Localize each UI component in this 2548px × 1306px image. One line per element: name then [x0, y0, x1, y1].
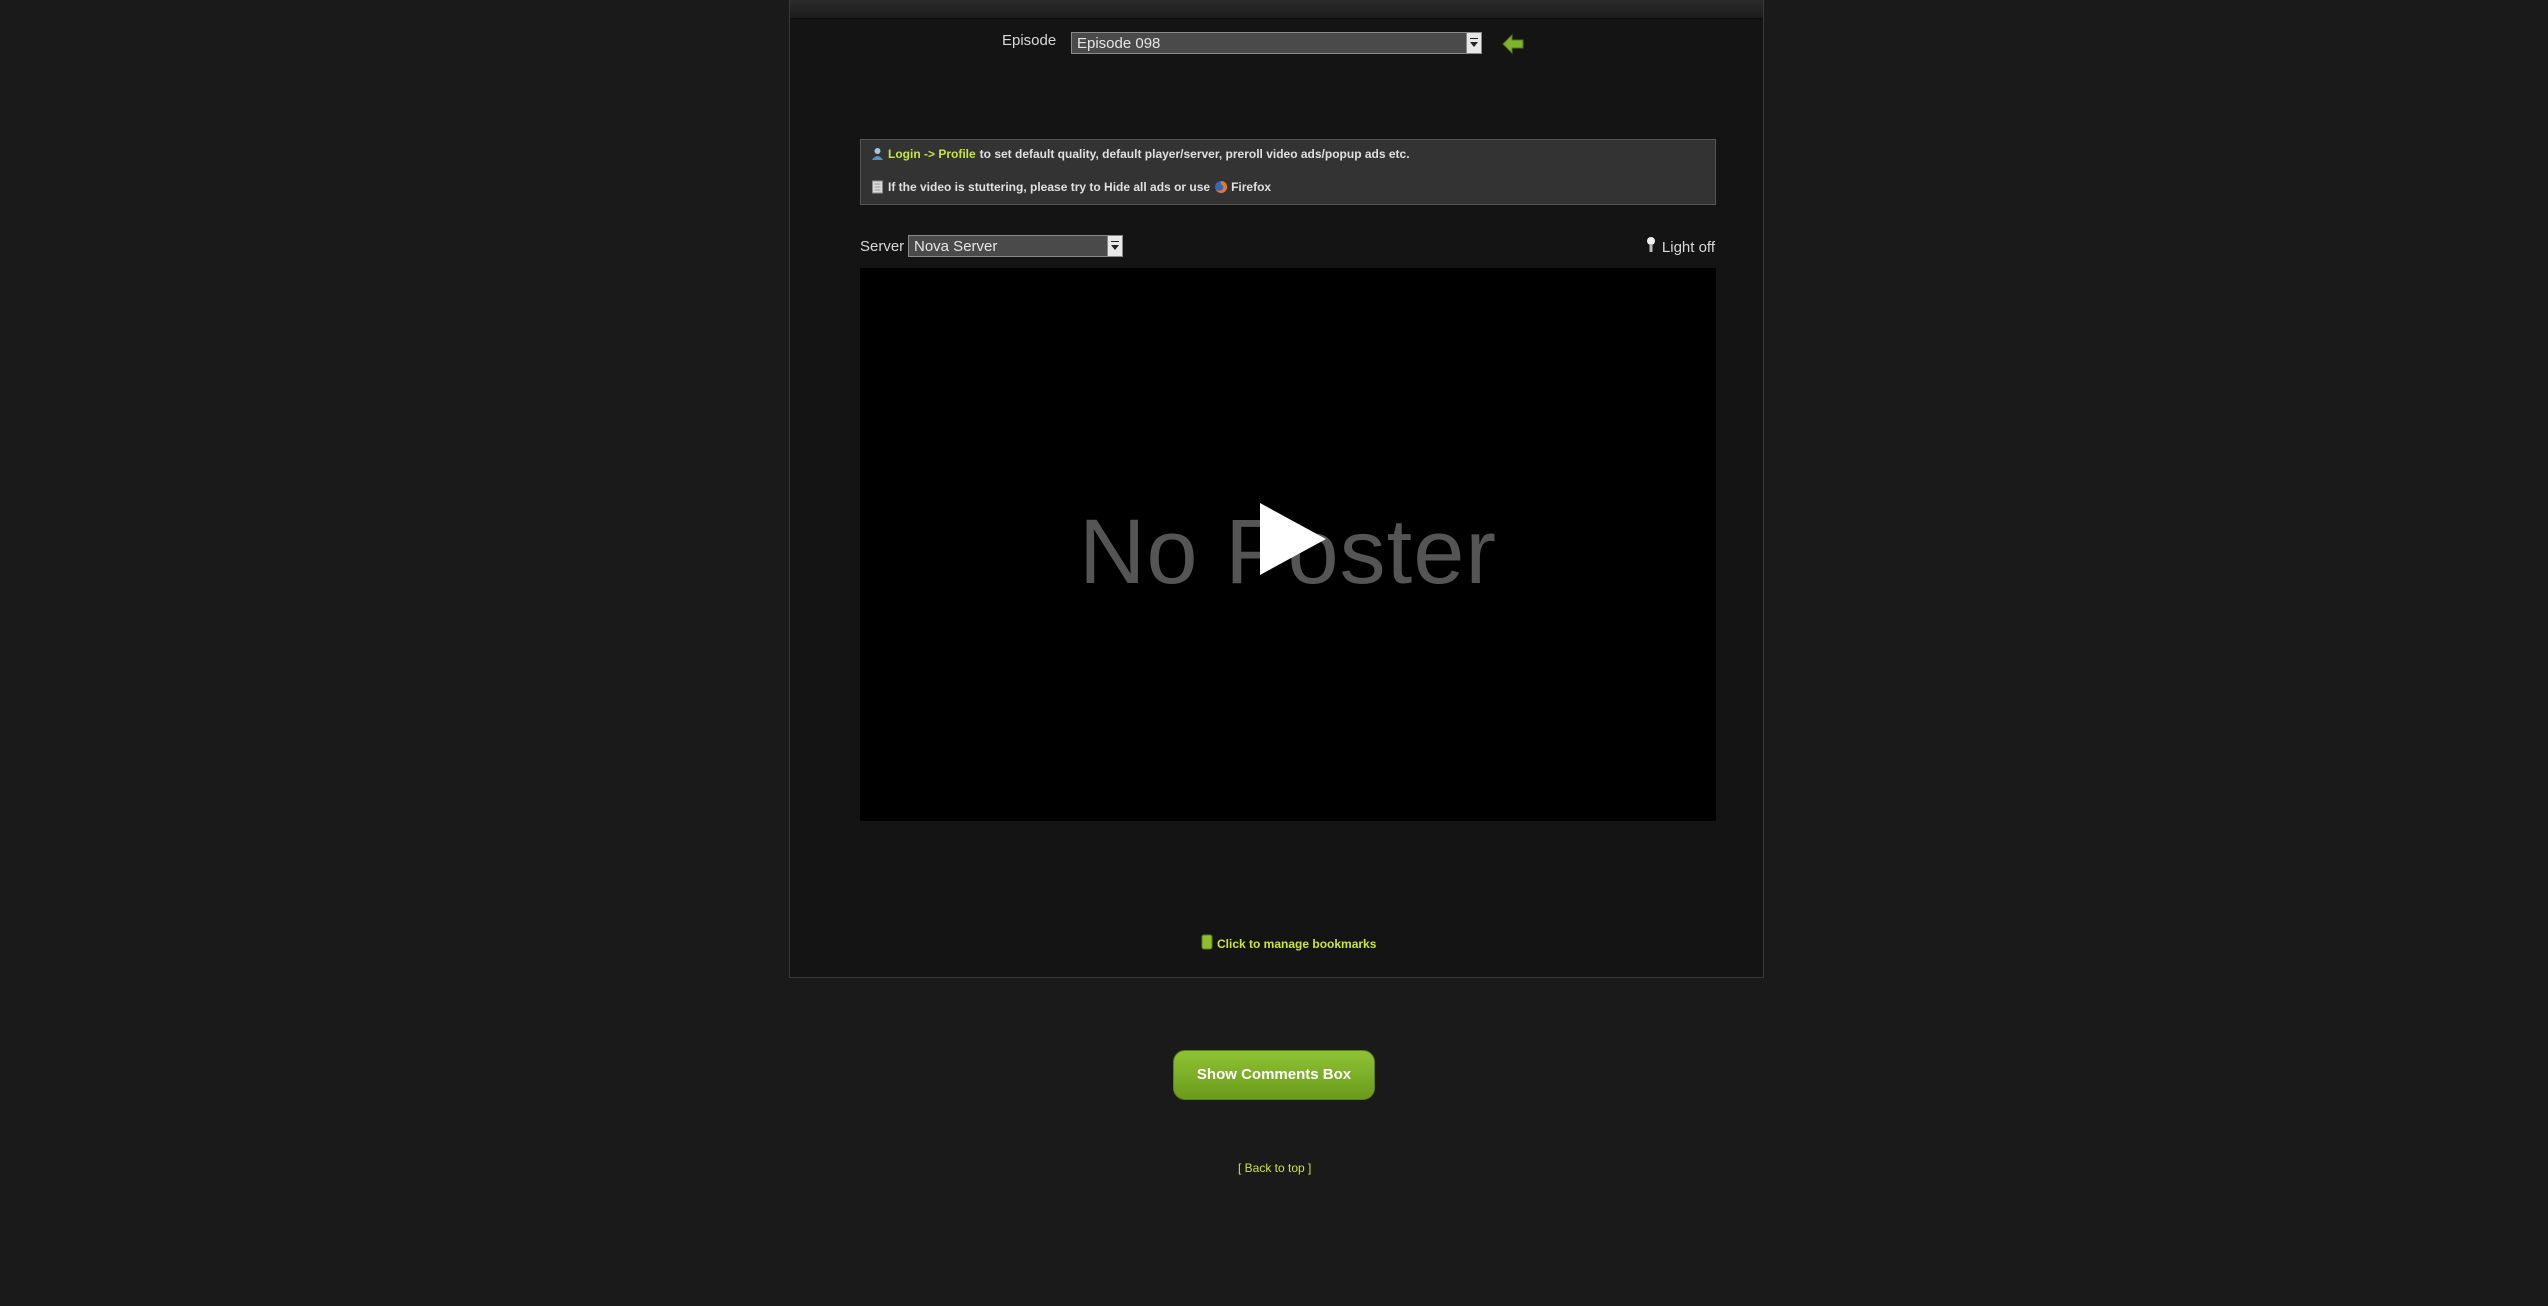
bookmark-icon — [1201, 934, 1213, 953]
server-select-value: Nova Server — [914, 238, 998, 255]
lightbulb-icon — [1646, 236, 1656, 258]
episode-select[interactable]: Episode 098 — [1071, 32, 1482, 54]
firefox-icon — [1214, 180, 1228, 194]
video-player[interactable]: No Poster — [860, 268, 1716, 821]
notice-stutter-line: If the video is stuttering, please try t… — [871, 180, 1271, 194]
notice-login-line: Login -> Profile to set default quality,… — [871, 147, 1410, 161]
light-off-label: Light off — [1661, 238, 1715, 256]
play-icon[interactable] — [1260, 503, 1326, 575]
server-select[interactable]: Nova Server — [908, 235, 1123, 257]
episode-panel: Episode Episode 098 Login -> Profile to … — [789, 0, 1764, 978]
server-label: Server — [860, 238, 905, 255]
chevron-down-icon — [1107, 236, 1122, 256]
login-profile-link[interactable]: Login -> Profile — [888, 147, 976, 161]
chevron-down-icon — [1466, 33, 1481, 53]
manage-bookmarks-label: Click to manage bookmarks — [1217, 936, 1377, 951]
notice-box: Login -> Profile to set default quality,… — [860, 139, 1716, 205]
firefox-link[interactable]: Firefox — [1231, 180, 1271, 194]
light-off-toggle[interactable]: Light off — [1646, 236, 1715, 258]
page-icon — [871, 180, 884, 194]
show-comments-button[interactable]: Show Comments Box — [1173, 1050, 1375, 1100]
stutter-notice-text: If the video is stuttering, please try t… — [888, 180, 1211, 194]
episode-select-value: Episode 098 — [1077, 35, 1161, 52]
login-notice-text: to set default quality, default player/s… — [979, 147, 1410, 161]
back-to-top-link[interactable]: [ Back to top ] — [1238, 1161, 1311, 1175]
manage-bookmarks-link[interactable]: Click to manage bookmarks — [1201, 934, 1376, 953]
episode-label: Episode — [1002, 32, 1057, 49]
user-icon — [871, 147, 884, 161]
arrow-left-icon[interactable] — [1501, 33, 1525, 55]
panel-top-strip — [790, 0, 1763, 19]
